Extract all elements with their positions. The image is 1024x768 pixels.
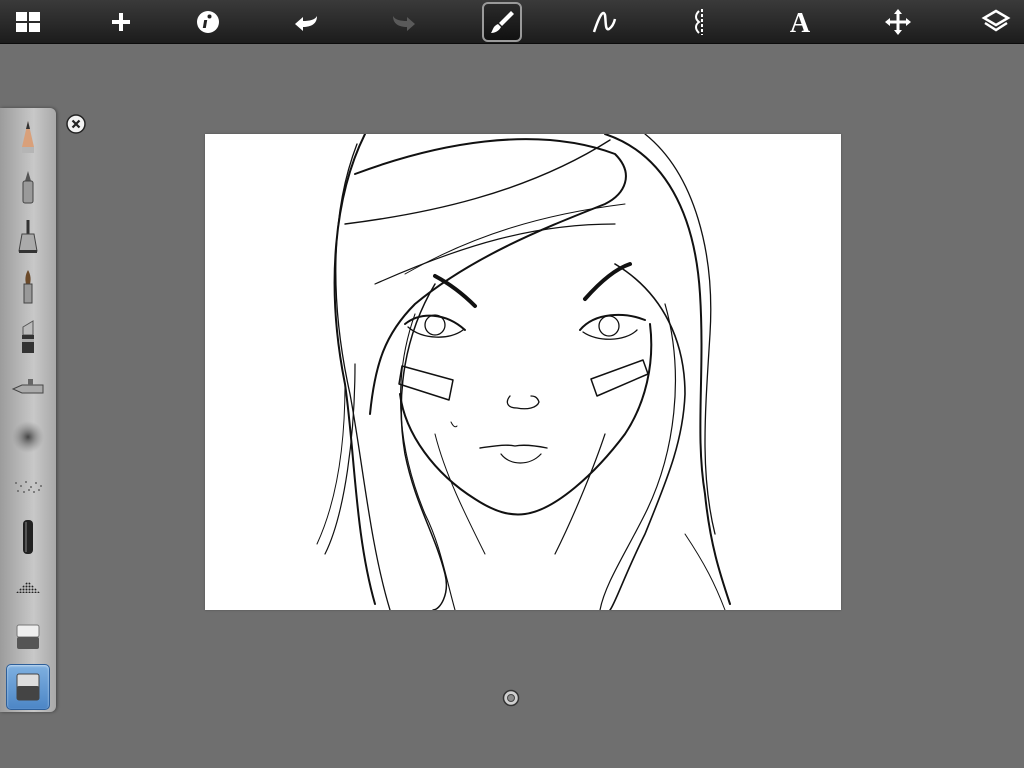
- close-palette-icon[interactable]: [66, 114, 86, 134]
- eraser-tool-icon[interactable]: [6, 614, 50, 660]
- dot-spray-tool-icon[interactable]: [6, 464, 50, 510]
- paintbrush-tool-icon[interactable]: [6, 264, 50, 310]
- pencil-tool-icon[interactable]: [6, 114, 50, 160]
- symmetry-icon[interactable]: [682, 2, 722, 42]
- drawing-canvas[interactable]: [205, 134, 841, 610]
- gallery-icon[interactable]: [8, 2, 48, 42]
- brush-icon[interactable]: [482, 2, 522, 42]
- chisel-marker-tool-icon[interactable]: [6, 314, 50, 360]
- new-icon[interactable]: [101, 2, 141, 42]
- sketch-drawing: [316, 134, 731, 610]
- hard-brush-tool-icon[interactable]: [6, 514, 50, 560]
- layers-icon[interactable]: [976, 2, 1016, 42]
- drag-handle-icon[interactable]: [502, 689, 520, 707]
- text-icon[interactable]: A: [780, 2, 820, 42]
- halftone-tool-icon[interactable]: [6, 564, 50, 610]
- brush-palette: [0, 108, 56, 712]
- info-icon[interactable]: [188, 2, 228, 42]
- redo-icon[interactable]: [384, 2, 424, 42]
- soft-eraser-tool-icon[interactable]: [6, 664, 50, 710]
- svg-text:A: A: [790, 8, 811, 37]
- airbrush-tool-icon[interactable]: [6, 364, 50, 410]
- soft-airbrush-tool-icon[interactable]: [6, 414, 50, 460]
- marker-tool-icon[interactable]: [6, 214, 50, 260]
- undo-icon[interactable]: [286, 2, 326, 42]
- transform-icon[interactable]: [878, 2, 918, 42]
- curve-icon[interactable]: [584, 2, 624, 42]
- ballpoint-pen-tool-icon[interactable]: [6, 164, 50, 210]
- top-toolbar: A: [0, 0, 1024, 44]
